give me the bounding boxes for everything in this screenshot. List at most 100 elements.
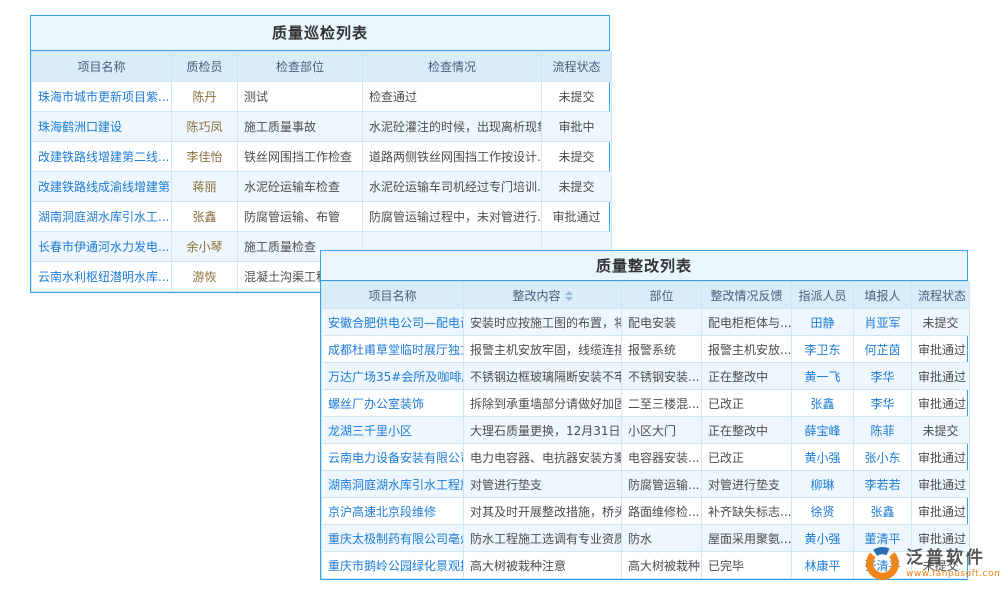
cell-flow-status: 审批通过 xyxy=(542,202,612,232)
logo-name: 泛普软件 xyxy=(906,548,1000,568)
cell-flow-status: 审批通过 xyxy=(912,363,970,390)
table-row[interactable]: 龙湖三千里小区大理石质量更换，12月31日之...小区大门正在整改中薛宝峰陈菲未… xyxy=(322,417,970,444)
cell-rectify-content: 报警主机安放牢固，线缆连接... xyxy=(464,336,622,363)
cell-assignee: 林康平 xyxy=(792,552,854,579)
col-header-flow-status: 流程状态 xyxy=(912,282,970,309)
cell-inspector: 李佳怡 xyxy=(172,142,238,172)
cell-feedback: 已完毕 xyxy=(702,552,792,579)
cell-reporter: 李华 xyxy=(854,363,912,390)
cell-check-part: 施工质量事故 xyxy=(238,112,363,142)
cell-project-name[interactable]: 云南电力设备安装有限公司20... xyxy=(322,444,464,471)
cell-part: 配电安装 xyxy=(622,309,702,336)
cell-check-situation: 检查通过 xyxy=(363,82,542,112)
cell-assignee: 黄小强 xyxy=(792,444,854,471)
table-row[interactable]: 湖南洞庭湖水库引水工...张鑫防腐管运输、布管防腐管运输过程中，未对管进行...… xyxy=(32,202,612,232)
cell-part: 二至三楼混... xyxy=(622,390,702,417)
table-row[interactable]: 安徽合肥供电公司—配电设备...安装时应按施工图的布置，将...配电安装配电柜柜… xyxy=(322,309,970,336)
cell-assignee: 黄一飞 xyxy=(792,363,854,390)
col-header-inspector: 质检员 xyxy=(172,52,238,82)
col-header-check-situation: 检查情况 xyxy=(363,52,542,82)
table-row[interactable]: 珠海鹤洲口建设陈巧凤施工质量事故水泥砼灌注的时候，出现离析现象审批中 xyxy=(32,112,612,142)
cell-inspector: 余小琴 xyxy=(172,232,238,262)
cell-part: 防水 xyxy=(622,525,702,552)
cell-rectify-content: 大理石质量更换，12月31日之... xyxy=(464,417,622,444)
table-row[interactable]: 螺丝厂办公室装饰拆除到承重墙部分请做好加固...二至三楼混...已改正张鑫李华审… xyxy=(322,390,970,417)
cell-assignee: 张鑫 xyxy=(792,390,854,417)
cell-project-name[interactable]: 改建铁路线增建第二线... xyxy=(32,142,172,172)
cell-part: 防腐管运输... xyxy=(622,471,702,498)
logo-text: 泛普软件 www.fanpusoft.com xyxy=(906,548,1000,578)
cell-part: 电容器安装... xyxy=(622,444,702,471)
cell-project-name[interactable]: 成都杜甫草堂临时展厅独立展... xyxy=(322,336,464,363)
table-row[interactable]: 京沪高速北京段维修对其及时开展整改措施，桥头...路面维修检...补齐缺失标志.… xyxy=(322,498,970,525)
sort-icon[interactable] xyxy=(565,291,573,301)
cell-project-name[interactable]: 云南水利枢纽潜明水库... xyxy=(32,262,172,292)
table-row[interactable]: 改建铁路线增建第二线...李佳怡铁丝网围挡工作检查道路两侧铁丝网围挡工作按设计.… xyxy=(32,142,612,172)
fanpu-logo-icon xyxy=(864,545,901,582)
cell-flow-status: 未提交 xyxy=(912,309,970,336)
cell-feedback: 正在整改中 xyxy=(702,363,792,390)
cell-flow-status: 未提交 xyxy=(542,82,612,112)
cell-rectify-content: 对管进行垫支 xyxy=(464,471,622,498)
cell-project-name[interactable]: 珠海市城市更新项目紫... xyxy=(32,82,172,112)
cell-project-name[interactable]: 螺丝厂办公室装饰 xyxy=(322,390,464,417)
rectify-table-card: 质量整改列表 项目名称 整改内容 部位 整改情况反馈 指派人员 填报人 流程状态… xyxy=(320,250,968,580)
table-row[interactable]: 成都杜甫草堂临时展厅独立展...报警主机安放牢固，线缆连接...报警系统报警主机… xyxy=(322,336,970,363)
cell-flow-status: 审批通过 xyxy=(912,471,970,498)
cell-flow-status: 未提交 xyxy=(912,417,970,444)
cell-reporter: 肖亚军 xyxy=(854,309,912,336)
table-row[interactable]: 万达广场35#会所及咖啡厅空...不锈钢边框玻璃隔断安装不牢...不锈钢安装..… xyxy=(322,363,970,390)
col-header-rectify-content[interactable]: 整改内容 xyxy=(464,282,622,309)
cell-flow-status: 审批通过 xyxy=(912,498,970,525)
cell-project-name[interactable]: 万达广场35#会所及咖啡厅空... xyxy=(322,363,464,390)
cell-project-name[interactable]: 湖南洞庭湖水库引水工程施工14... xyxy=(322,471,464,498)
col-header-feedback: 整改情况反馈 xyxy=(702,282,792,309)
table-row[interactable]: 改建铁路线成渝线增建第...蒋丽水泥砼运输车检查水泥砼运输车司机经过专门培训..… xyxy=(32,172,612,202)
col-header-rectify-content-label: 整改内容 xyxy=(512,289,560,303)
cell-part: 不锈钢安装... xyxy=(622,363,702,390)
cell-check-part: 铁丝网围挡工作检查 xyxy=(238,142,363,172)
cell-feedback: 对管进行垫支 xyxy=(702,471,792,498)
cell-project-name[interactable]: 重庆市鹅岭公园绿化景观提升... xyxy=(322,552,464,579)
cell-part: 报警系统 xyxy=(622,336,702,363)
cell-project-name[interactable]: 京沪高速北京段维修 xyxy=(322,498,464,525)
cell-rectify-content: 防水工程施工选调有专业资质... xyxy=(464,525,622,552)
table-row[interactable]: 云南电力设备安装有限公司20...电力电容器、电抗器安装方案...电容器安装..… xyxy=(322,444,970,471)
cell-rectify-content: 安装时应按施工图的布置，将... xyxy=(464,309,622,336)
cell-flow-status: 未提交 xyxy=(542,172,612,202)
patrol-table-title: 质量巡检列表 xyxy=(31,16,609,51)
cell-part: 路面维修检... xyxy=(622,498,702,525)
fanpu-logo: 泛普软件 www.fanpusoft.com xyxy=(864,545,1000,582)
cell-reporter: 李若若 xyxy=(854,471,912,498)
cell-inspector: 陈巧凤 xyxy=(172,112,238,142)
cell-project-name[interactable]: 重庆太极制药有限公司亳州中... xyxy=(322,525,464,552)
col-header-flow-status: 流程状态 xyxy=(542,52,612,82)
table-row[interactable]: 珠海市城市更新项目紫...陈丹测试检查通过未提交 xyxy=(32,82,612,112)
col-header-check-part: 检查部位 xyxy=(238,52,363,82)
cell-project-name[interactable]: 改建铁路线成渝线增建第... xyxy=(32,172,172,202)
rectify-table-title: 质量整改列表 xyxy=(321,251,967,281)
patrol-header-row: 项目名称 质检员 检查部位 检查情况 流程状态 xyxy=(32,52,612,82)
cell-assignee: 薛宝峰 xyxy=(792,417,854,444)
cell-reporter: 陈菲 xyxy=(854,417,912,444)
cell-check-situation: 水泥砼运输车司机经过专门培训... xyxy=(363,172,542,202)
cell-check-situation: 道路两侧铁丝网围挡工作按设计... xyxy=(363,142,542,172)
cell-project-name[interactable]: 长春市伊通河水力发电... xyxy=(32,232,172,262)
cell-reporter: 张小东 xyxy=(854,444,912,471)
cell-rectify-content: 高大树被栽种注意 xyxy=(464,552,622,579)
cell-reporter: 何芷茵 xyxy=(854,336,912,363)
cell-assignee: 柳琳 xyxy=(792,471,854,498)
cell-project-name[interactable]: 安徽合肥供电公司—配电设备... xyxy=(322,309,464,336)
cell-project-name[interactable]: 湖南洞庭湖水库引水工... xyxy=(32,202,172,232)
col-header-project-name: 项目名称 xyxy=(32,52,172,82)
cell-assignee: 李卫东 xyxy=(792,336,854,363)
cell-inspector: 陈丹 xyxy=(172,82,238,112)
cell-inspector: 张鑫 xyxy=(172,202,238,232)
cell-project-name[interactable]: 龙湖三千里小区 xyxy=(322,417,464,444)
table-row[interactable]: 湖南洞庭湖水库引水工程施工14...对管进行垫支防腐管运输...对管进行垫支柳琳… xyxy=(322,471,970,498)
cell-project-name[interactable]: 珠海鹤洲口建设 xyxy=(32,112,172,142)
cell-rectify-content: 不锈钢边框玻璃隔断安装不牢... xyxy=(464,363,622,390)
cell-feedback: 配电柜柜体与... xyxy=(702,309,792,336)
cell-assignee: 田静 xyxy=(792,309,854,336)
logo-url: www.fanpusoft.com xyxy=(906,569,1000,579)
